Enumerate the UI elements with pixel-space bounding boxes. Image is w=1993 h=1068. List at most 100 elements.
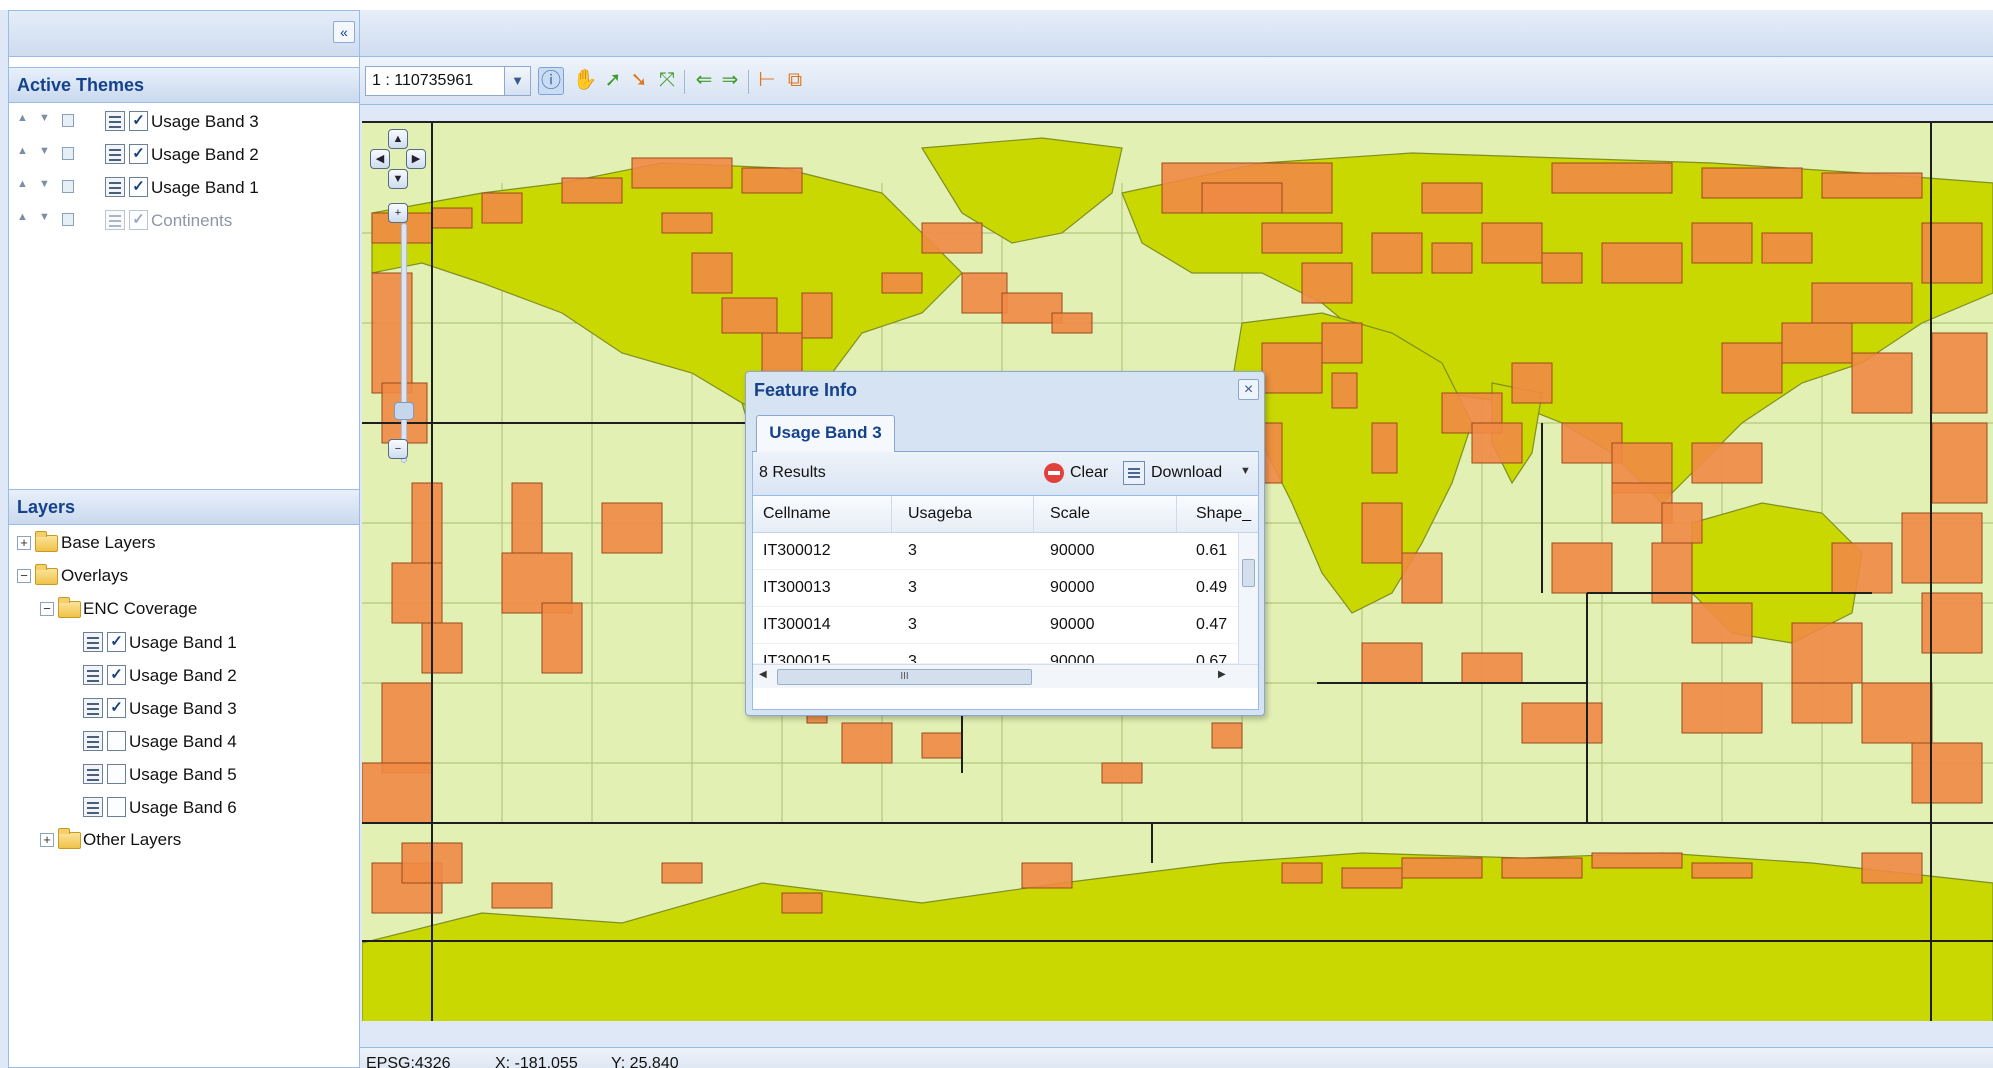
- history-forward-icon[interactable]: ⇒: [717, 67, 743, 95]
- collapse-icon[interactable]: −: [40, 602, 54, 616]
- expand-icon[interactable]: +: [40, 833, 54, 847]
- theme-checkbox[interactable]: ✓: [129, 177, 148, 197]
- theme-properties-icon[interactable]: [62, 213, 74, 226]
- table-row[interactable]: IT300014 3 90000 0.47: [753, 607, 1238, 644]
- move-up-icon[interactable]: ▲: [17, 112, 28, 124]
- move-up-icon[interactable]: ▲: [17, 145, 28, 157]
- move-up-icon[interactable]: ▲: [17, 211, 28, 223]
- pan-up-icon[interactable]: ▲: [388, 129, 408, 149]
- column-header[interactable]: Cellname: [763, 505, 831, 523]
- zoom-slider-track[interactable]: [401, 223, 407, 463]
- collapse-icon[interactable]: −: [17, 569, 31, 583]
- legend-icon[interactable]: [83, 698, 103, 718]
- tree-node-usage-band[interactable]: Usage Band 4: [9, 725, 359, 758]
- move-down-icon[interactable]: ▼: [39, 178, 50, 190]
- theme-row[interactable]: ▲ ▼ ✓ Usage Band 3: [9, 105, 359, 138]
- pan-right-icon[interactable]: ▶: [406, 149, 426, 169]
- history-back-icon[interactable]: ⇐: [691, 67, 717, 95]
- close-icon[interactable]: ×: [1238, 379, 1259, 400]
- theme-row[interactable]: ▲ ▼ ✓ Continents: [9, 204, 359, 237]
- table-row[interactable]: IT300012 3 90000 0.61: [753, 533, 1238, 570]
- column-header[interactable]: Shape_: [1196, 505, 1251, 523]
- table-row[interactable]: IT300015 3 90000 0.67: [753, 644, 1238, 664]
- feature-info-window[interactable]: Feature Info × Usage Band 3 8 Results Cl…: [745, 371, 1265, 716]
- table-row[interactable]: IT300013 3 90000 0.49: [753, 570, 1238, 607]
- coverage-cell: [1201, 182, 1283, 214]
- theme-row[interactable]: ▲ ▼ ✓ Usage Band 2: [9, 138, 359, 171]
- theme-checkbox[interactable]: ✓: [129, 210, 148, 230]
- cell-usageband: 3: [908, 579, 917, 596]
- download-icon[interactable]: [1123, 461, 1145, 485]
- layer-checkbox[interactable]: ✓: [107, 665, 126, 685]
- move-up-icon[interactable]: ▲: [17, 178, 28, 190]
- collapse-panel-button[interactable]: «: [333, 21, 355, 43]
- zoom-slider-thumb[interactable]: [394, 402, 414, 420]
- layer-checkbox[interactable]: [107, 797, 126, 817]
- expand-icon[interactable]: +: [17, 536, 31, 550]
- zoom-extent-icon[interactable]: ⤧: [654, 67, 680, 95]
- legend-icon[interactable]: [105, 177, 125, 197]
- layer-checkbox[interactable]: [107, 731, 126, 751]
- move-down-icon[interactable]: ▼: [39, 145, 50, 157]
- column-header[interactable]: Usageba: [908, 505, 972, 523]
- theme-row[interactable]: ▲ ▼ ✓ Usage Band 1: [9, 171, 359, 204]
- tree-node-other-layers[interactable]: + Other Layers: [9, 824, 359, 857]
- move-down-icon[interactable]: ▼: [39, 211, 50, 223]
- chevron-down-icon[interactable]: ▼: [504, 67, 530, 95]
- theme-checkbox[interactable]: ✓: [129, 111, 148, 131]
- tree-node-base-layers[interactable]: + Base Layers: [9, 527, 359, 560]
- layer-checkbox[interactable]: [107, 764, 126, 784]
- layer-checkbox[interactable]: ✓: [107, 698, 126, 718]
- clear-icon[interactable]: [1044, 463, 1064, 483]
- tree-node-usage-band[interactable]: Usage Band 6: [9, 791, 359, 824]
- legend-icon[interactable]: [83, 665, 103, 685]
- pan-left-icon[interactable]: ◀: [370, 149, 390, 169]
- theme-checkbox[interactable]: ✓: [129, 144, 148, 164]
- legend-icon[interactable]: [83, 797, 103, 817]
- scrollbar-thumb[interactable]: [1242, 559, 1255, 587]
- tree-node-enc-coverage[interactable]: − ENC Coverage: [9, 593, 359, 626]
- zoom-out-button[interactable]: −: [388, 439, 408, 459]
- tree-node-usage-band[interactable]: Usage Band 5: [9, 758, 359, 791]
- legend-icon[interactable]: [105, 144, 125, 164]
- layer-checkbox[interactable]: ✓: [107, 632, 126, 652]
- scrollbar-thumb[interactable]: III: [777, 669, 1032, 685]
- clear-button[interactable]: Clear: [1070, 464, 1108, 482]
- pan-hand-icon[interactable]: ✋: [572, 67, 598, 95]
- zoom-out-icon[interactable]: ➘: [626, 67, 652, 95]
- info-icon[interactable]: ⓘ: [538, 67, 564, 95]
- tree-node-usage-band[interactable]: ✓ Usage Band 1: [9, 626, 359, 659]
- theme-properties-icon[interactable]: [62, 147, 74, 160]
- theme-properties-icon[interactable]: [62, 180, 74, 193]
- legend-icon[interactable]: [83, 731, 103, 751]
- feature-info-title[interactable]: Feature Info: [754, 380, 857, 401]
- coverage-cell: [1361, 642, 1423, 684]
- horizontal-scrollbar[interactable]: ◀ III ▶: [753, 664, 1258, 688]
- scale-select[interactable]: 1 : 110735961 ▼: [365, 66, 531, 96]
- scroll-right-icon[interactable]: ▶: [1218, 669, 1226, 680]
- theme-properties-icon[interactable]: [62, 114, 74, 127]
- legend-icon[interactable]: [83, 632, 103, 652]
- layers-header[interactable]: Layers: [9, 489, 359, 525]
- active-themes-header[interactable]: Active Themes: [9, 67, 359, 103]
- coverage-cell: [1501, 857, 1583, 879]
- folder-icon: [58, 828, 81, 849]
- zoom-in-icon[interactable]: ➚: [600, 67, 626, 95]
- download-button[interactable]: Download: [1151, 464, 1222, 482]
- column-header[interactable]: Scale: [1050, 505, 1090, 523]
- measure-icon[interactable]: ⊢: [754, 67, 780, 95]
- tree-node-usage-band[interactable]: ✓ Usage Band 3: [9, 692, 359, 725]
- legend-icon[interactable]: [105, 111, 125, 131]
- pan-down-icon[interactable]: ▼: [388, 169, 408, 189]
- legend-icon[interactable]: [83, 764, 103, 784]
- move-down-icon[interactable]: ▼: [39, 112, 50, 124]
- tree-node-overlays[interactable]: − Overlays: [9, 560, 359, 593]
- chevron-down-icon[interactable]: ▼: [1240, 465, 1251, 477]
- tree-node-usage-band[interactable]: ✓ Usage Band 2: [9, 659, 359, 692]
- select-icon[interactable]: ⧉: [782, 67, 808, 95]
- legend-icon[interactable]: [105, 210, 125, 230]
- vertical-scrollbar[interactable]: [1238, 533, 1258, 664]
- tab-usage-band-3[interactable]: Usage Band 3: [756, 415, 895, 453]
- zoom-in-button[interactable]: +: [388, 203, 408, 223]
- scroll-left-icon[interactable]: ◀: [759, 669, 767, 680]
